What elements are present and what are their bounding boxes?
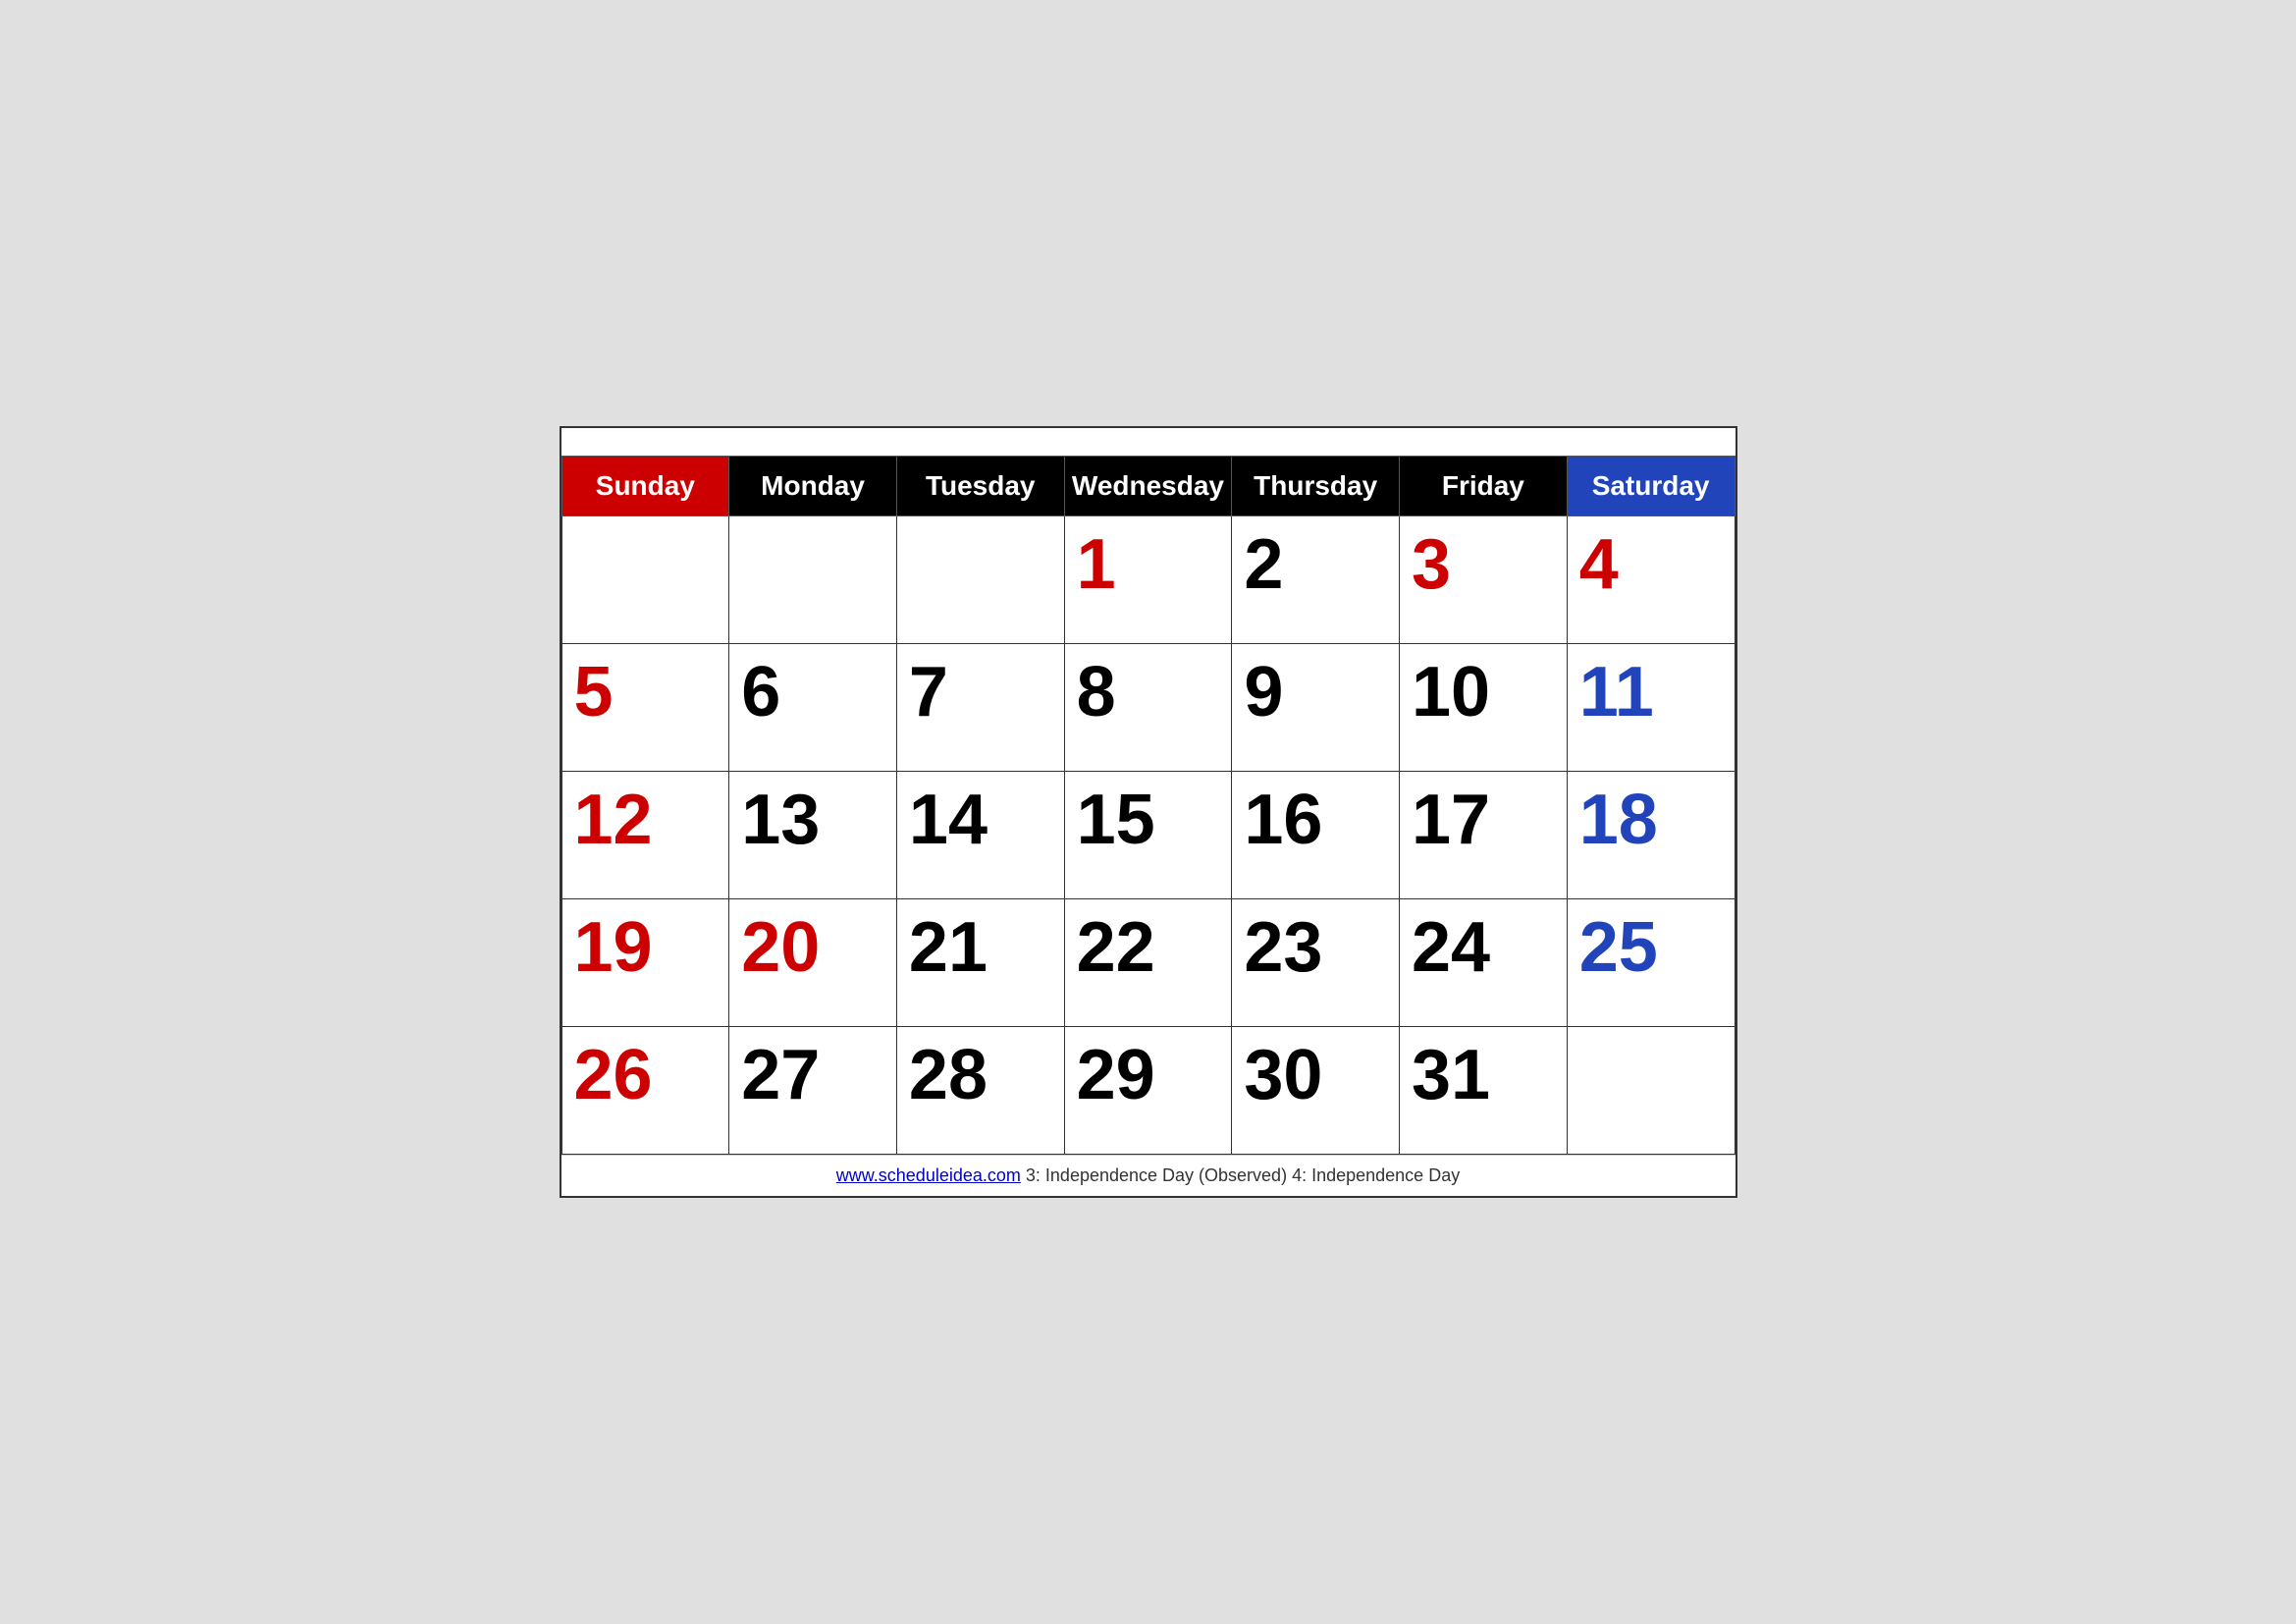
calendar-week-row: 19202122232425 [561,899,1735,1027]
calendar-day-cell: 20 [729,899,897,1027]
calendar-day-cell: 15 [1064,772,1232,899]
header-tuesday: Tuesday [896,457,1064,516]
calendar-week-row: 262728293031 [561,1027,1735,1155]
calendar-day-cell: 2 [1232,516,1400,644]
calendar-day-cell: 29 [1064,1027,1232,1155]
calendar-day-cell: 26 [561,1027,729,1155]
calendar-day-cell: 27 [729,1027,897,1155]
header-sunday: Sunday [561,457,729,516]
calendar-day-cell: 14 [896,772,1064,899]
calendar-day-cell: 6 [729,644,897,772]
calendar-day-cell: 31 [1400,1027,1568,1155]
calendar-day-cell: 22 [1064,899,1232,1027]
calendar-day-cell [896,516,1064,644]
calendar-title [561,428,1735,456]
calendar-footer: www.scheduleidea.com 3: Independence Day… [561,1155,1735,1196]
calendar-day-cell: 24 [1400,899,1568,1027]
calendar-day-cell: 17 [1400,772,1568,899]
calendar-week-row: 12131415161718 [561,772,1735,899]
header-saturday: Saturday [1567,457,1735,516]
calendar-day-cell: 25 [1567,899,1735,1027]
website-link[interactable]: www.scheduleidea.com [836,1165,1021,1185]
calendar-day-cell: 21 [896,899,1064,1027]
calendar-day-cell: 19 [561,899,729,1027]
calendar-day-cell: 23 [1232,899,1400,1027]
calendar-day-cell [561,516,729,644]
calendar-day-cell [729,516,897,644]
header-friday: Friday [1400,457,1568,516]
calendar-day-cell: 9 [1232,644,1400,772]
calendar-day-cell: 7 [896,644,1064,772]
calendar-container: SundayMondayTuesdayWednesdayThursdayFrid… [560,426,1737,1198]
calendar-day-cell: 1 [1064,516,1232,644]
calendar-day-cell: 5 [561,644,729,772]
calendar-day-cell: 3 [1400,516,1568,644]
calendar-table: SundayMondayTuesdayWednesdayThursdayFrid… [561,456,1735,1155]
calendar-day-cell [1567,1027,1735,1155]
footer-notes: 3: Independence Day (Observed) 4: Indepe… [1026,1165,1460,1185]
calendar-day-cell: 28 [896,1027,1064,1155]
calendar-header-row: SundayMondayTuesdayWednesdayThursdayFrid… [561,457,1735,516]
calendar-day-cell: 18 [1567,772,1735,899]
calendar-day-cell: 13 [729,772,897,899]
calendar-day-cell: 11 [1567,644,1735,772]
header-wednesday: Wednesday [1064,457,1232,516]
calendar-day-cell: 30 [1232,1027,1400,1155]
calendar-day-cell: 8 [1064,644,1232,772]
calendar-day-cell: 4 [1567,516,1735,644]
calendar-week-row: 567891011 [561,644,1735,772]
calendar-week-row: 1234 [561,516,1735,644]
header-thursday: Thursday [1232,457,1400,516]
header-monday: Monday [729,457,897,516]
calendar-day-cell: 10 [1400,644,1568,772]
calendar-day-cell: 16 [1232,772,1400,899]
calendar-day-cell: 12 [561,772,729,899]
